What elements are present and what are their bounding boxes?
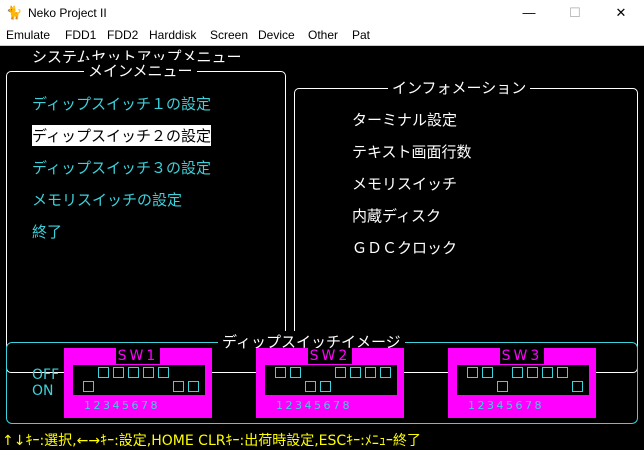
info-item-terminal: ターミナル設定 (352, 111, 458, 129)
dip-switch-sw3: SW3 12345678 (448, 348, 596, 418)
main-menu-item-memsw[interactable]: メモリスイッチの設定 (32, 189, 182, 210)
dip-switch-lever-5 (143, 367, 154, 378)
main-menu-item-dipsw1[interactable]: ディップスイッチ１の設定 (32, 93, 211, 114)
dip-switch-body (456, 364, 590, 396)
dip-switch-numbers: 12345678 (84, 399, 160, 412)
menu-fdd1[interactable]: FDD1 (65, 28, 96, 42)
window-title: Neko Project II (28, 6, 107, 20)
menu-pat[interactable]: Pat (352, 28, 370, 42)
dip-switch-lever-2 (482, 367, 493, 378)
dip-switch-name: SW3 (500, 348, 544, 364)
dip-switch-lever-5 (335, 367, 346, 378)
dip-switch-lever-1 (467, 367, 478, 378)
off-label: OFF (32, 367, 60, 383)
close-button[interactable]: ✕ (598, 0, 644, 26)
menu-fdd2[interactable]: FDD2 (107, 28, 138, 42)
info-item-internal-disk: 内蔵ディスク (352, 207, 441, 225)
dip-switch-lever-7 (365, 367, 376, 378)
dip-switch-lever-2 (290, 367, 301, 378)
dip-switch-lever-4 (320, 381, 331, 392)
dip-switch-body (264, 364, 398, 396)
dip-switch-lever-1 (275, 367, 286, 378)
menu-screen[interactable]: Screen (210, 28, 248, 42)
main-menu-item-exit[interactable]: 終了 (32, 221, 62, 242)
dip-switch-lever-8 (572, 381, 583, 392)
info-item-text-rows: テキスト画面行数 (352, 143, 472, 161)
dip-switch-lever-3 (113, 367, 124, 378)
dip-switch-lever-4 (128, 367, 139, 378)
emulator-screen: システムセットアップメニュー メインメニュー ディップスイッチ１の設定 ディップ… (0, 46, 644, 449)
info-item-gdc-clock: ＧＤＣクロック (352, 239, 458, 257)
dip-switch-lever-1 (83, 381, 94, 392)
dip-switch-sw1: SW1 12345678 (64, 348, 212, 418)
dip-switch-lever-8 (188, 381, 199, 392)
dip-switch-lever-7 (173, 381, 184, 392)
minimize-button[interactable]: — (506, 0, 552, 26)
dip-switch-lever-3 (305, 381, 316, 392)
app-cat-icon: 🐈 (6, 5, 23, 20)
on-label: ON (32, 383, 54, 399)
dip-switch-sw2: SW2 12345678 (256, 348, 404, 418)
info-item-memory-switch: メモリスイッチ (352, 175, 458, 193)
menu-other[interactable]: Other (308, 28, 338, 42)
main-menu-label: メインメニュー (84, 60, 197, 81)
maximize-button[interactable]: ☐ (552, 0, 598, 26)
dip-switch-numbers: 12345678 (468, 399, 544, 412)
dip-switch-name: SW1 (116, 348, 160, 364)
menu-bar: Emulate FDD1 FDD2 Harddisk Screen Device… (0, 26, 644, 46)
title-bar: 🐈 Neko Project II — ☐ ✕ (0, 0, 644, 26)
dip-switch-name: SW2 (308, 348, 352, 364)
info-label: インフォメーション (388, 77, 531, 98)
menu-emulate[interactable]: Emulate (6, 28, 50, 42)
dip-switch-lever-6 (350, 367, 361, 378)
dip-switch-lever-4 (512, 367, 523, 378)
dip-switch-lever-8 (380, 367, 391, 378)
help-text: ↑↓ｷｰ:選択,←→ｷｰ:設定,HOME CLRｷｰ:出荷時設定,ESCｷｰ:ﾒ… (2, 433, 421, 449)
dip-switch-lever-5 (527, 367, 538, 378)
dip-switch-lever-2 (98, 367, 109, 378)
main-menu-item-dipsw2[interactable]: ディップスイッチ２の設定 (32, 125, 211, 146)
dip-switch-body (72, 364, 206, 396)
dip-switch-lever-7 (557, 367, 568, 378)
menu-harddisk[interactable]: Harddisk (149, 28, 196, 42)
dip-switch-lever-6 (542, 367, 553, 378)
dip-switch-lever-3 (497, 381, 508, 392)
dip-switch-lever-6 (158, 367, 169, 378)
dip-switch-numbers: 12345678 (276, 399, 352, 412)
menu-device[interactable]: Device (258, 28, 295, 42)
main-menu-item-dipsw3[interactable]: ディップスイッチ３の設定 (32, 157, 211, 178)
